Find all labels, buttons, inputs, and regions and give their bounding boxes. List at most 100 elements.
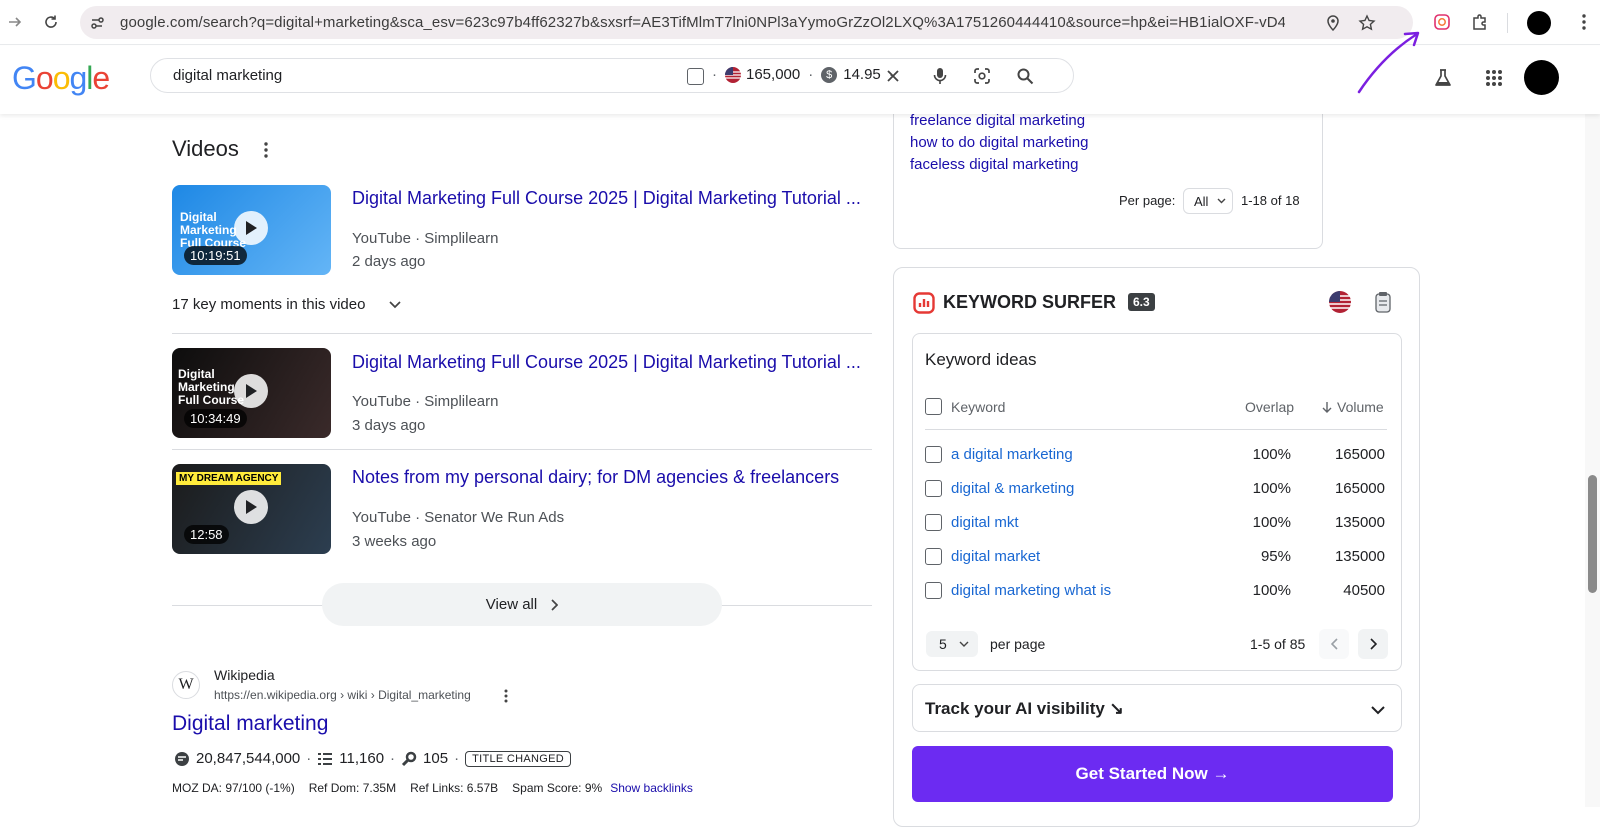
related-link[interactable]: freelance digital marketing bbox=[910, 112, 1085, 129]
url-text[interactable]: google.com/search?q=digital+marketing&sc… bbox=[120, 14, 1285, 31]
table-header-divider bbox=[925, 429, 1387, 430]
column-header-volume[interactable]: Volume bbox=[1322, 399, 1384, 415]
us-flag-icon[interactable] bbox=[1329, 291, 1351, 313]
search-icon[interactable] bbox=[1012, 63, 1038, 89]
result-title[interactable]: Digital marketing bbox=[172, 712, 328, 736]
video-source: YouTube · Senator We Run Ads bbox=[352, 509, 565, 526]
links-value: 105 bbox=[423, 750, 449, 767]
video-title[interactable]: Digital Marketing Full Course 2025 | Dig… bbox=[352, 352, 861, 373]
chevron-left-icon bbox=[1330, 638, 1338, 650]
annotation-arrow bbox=[1357, 31, 1420, 94]
play-icon bbox=[234, 490, 268, 524]
apps-grid-icon[interactable] bbox=[1481, 65, 1507, 91]
forward-icon[interactable] bbox=[2, 9, 28, 35]
row-checkbox[interactable] bbox=[925, 582, 942, 599]
get-started-label: Get Started Now → bbox=[1075, 764, 1230, 783]
video-thumbnail[interactable]: Digital Marketing Full Course 10:34:49 bbox=[172, 348, 331, 438]
keyword-row: a digital marketing 100% 165000 bbox=[925, 443, 1387, 467]
divider bbox=[172, 449, 872, 450]
more-options-icon[interactable] bbox=[493, 683, 519, 709]
videos-heading: Videos bbox=[172, 136, 239, 161]
keyword-ideas-card bbox=[912, 333, 1402, 671]
keyword-overlap: 100% bbox=[1252, 480, 1291, 497]
video-date: 2 days ago bbox=[352, 253, 426, 270]
view-all-button[interactable]: View all bbox=[322, 583, 722, 626]
extension-icon-instagram[interactable] bbox=[1429, 9, 1455, 35]
video-source: YouTube · Simplilearn bbox=[352, 393, 499, 410]
cpc-value: 14.95 bbox=[843, 66, 881, 83]
select-all-checkbox[interactable] bbox=[925, 398, 942, 415]
lens-search-icon[interactable] bbox=[969, 63, 995, 89]
related-range: 1-18 of 18 bbox=[1241, 193, 1300, 208]
keyword-volume: 40500 bbox=[1343, 582, 1385, 599]
clear-search-icon[interactable] bbox=[880, 63, 906, 89]
view-all-label: View all bbox=[485, 596, 538, 613]
column-header-keyword[interactable]: Keyword bbox=[951, 399, 1005, 415]
search-box[interactable]: digital marketing · 165,000 · $ 14.95 · bbox=[150, 58, 1074, 93]
video-duration: 10:19:51 bbox=[184, 246, 247, 265]
get-started-button[interactable]: Get Started Now → bbox=[912, 746, 1393, 802]
google-account-avatar[interactable] bbox=[1524, 60, 1559, 95]
chevron-down-icon bbox=[1217, 198, 1226, 204]
row-checkbox[interactable] bbox=[925, 446, 942, 463]
video-date: 3 weeks ago bbox=[352, 533, 437, 550]
show-backlinks-link[interactable]: Show backlinks bbox=[610, 781, 693, 795]
profile-avatar[interactable] bbox=[1527, 11, 1551, 35]
location-icon[interactable] bbox=[1320, 10, 1346, 36]
prev-page-button[interactable] bbox=[1319, 629, 1349, 659]
chevron-down-icon bbox=[1371, 706, 1385, 715]
chevron-down-icon bbox=[959, 641, 969, 647]
related-link[interactable]: faceless digital marketing bbox=[910, 156, 1078, 173]
keyword-link[interactable]: digital & marketing bbox=[951, 480, 1074, 497]
video-thumbnail[interactable]: Digital Marketing Full Course 10:19:51 bbox=[172, 185, 331, 275]
keyword-link[interactable]: a digital marketing bbox=[951, 446, 1073, 463]
row-checkbox[interactable] bbox=[925, 480, 942, 497]
result-url[interactable]: https://en.wikipedia.org › wiki › Digita… bbox=[214, 688, 471, 702]
scrollbar-thumb[interactable] bbox=[1588, 475, 1597, 593]
clipboard-icon[interactable] bbox=[1375, 291, 1391, 313]
search-volume: · 165,000 · $ 14.95 · bbox=[712, 66, 894, 83]
keyword-overlap: 100% bbox=[1252, 514, 1291, 531]
search-input[interactable]: digital marketing bbox=[173, 67, 282, 84]
next-page-button[interactable] bbox=[1358, 629, 1388, 659]
per-page-select[interactable]: All bbox=[1183, 188, 1233, 214]
moz-metrics: MOZ DA: 97/100 (-1%) Ref Dom: 7.35M Ref … bbox=[172, 781, 693, 795]
labs-flask-icon[interactable] bbox=[1430, 65, 1456, 91]
key-moments-toggle[interactable]: 17 key moments in this video bbox=[172, 296, 402, 313]
version-badge: 6.3 bbox=[1128, 293, 1155, 311]
google-logo[interactable]: Google bbox=[12, 60, 110, 97]
traffic-icon bbox=[175, 751, 189, 766]
extensions-puzzle-icon[interactable] bbox=[1467, 9, 1493, 35]
keyword-row: digital market 95% 135000 bbox=[925, 545, 1387, 569]
video-title[interactable]: Notes from my personal dairy; for DM age… bbox=[352, 467, 839, 488]
site-info-icon[interactable] bbox=[84, 10, 110, 36]
keyword-row: digital marketing what is 100% 40500 bbox=[925, 579, 1387, 603]
chevron-right-icon bbox=[551, 598, 559, 611]
video-thumbnail[interactable]: MY DREAM AGENCY 12:58 bbox=[172, 464, 331, 554]
reload-icon[interactable] bbox=[38, 9, 64, 35]
ref-links: Ref Links: 6.57B bbox=[410, 781, 499, 795]
row-checkbox[interactable] bbox=[925, 548, 942, 565]
video-title[interactable]: Digital Marketing Full Course 2025 | Dig… bbox=[352, 188, 861, 209]
keyword-link[interactable]: digital market bbox=[951, 548, 1040, 565]
row-checkbox[interactable] bbox=[925, 514, 942, 531]
more-options-icon[interactable] bbox=[253, 137, 279, 163]
per-page-label: per page bbox=[990, 636, 1046, 652]
keyword-overlap: 100% bbox=[1252, 446, 1291, 463]
per-page-value: All bbox=[1194, 194, 1209, 209]
address-bar[interactable]: google.com/search?q=digital+marketing&sc… bbox=[80, 6, 1413, 39]
page-scrollbar[interactable] bbox=[1585, 46, 1600, 807]
traffic-value: 20,847,544,000 bbox=[196, 750, 301, 767]
page-size-select[interactable]: 5 bbox=[926, 631, 978, 657]
related-link[interactable]: how to do digital marketing bbox=[910, 134, 1088, 151]
keyword-link[interactable]: digital mkt bbox=[951, 514, 1019, 531]
keyword-surfer-logo-icon bbox=[913, 292, 935, 314]
moz-da: MOZ DA: 97/100 (-1%) bbox=[172, 781, 295, 795]
per-page-label: Per page: bbox=[1119, 193, 1176, 208]
chrome-menu-icon[interactable] bbox=[1571, 9, 1597, 35]
us-flag-icon bbox=[725, 66, 741, 83]
voice-search-icon[interactable] bbox=[927, 63, 953, 89]
keyword-link[interactable]: digital marketing what is bbox=[951, 582, 1111, 599]
column-header-overlap[interactable]: Overlap bbox=[1245, 399, 1294, 415]
keyword-checkbox[interactable] bbox=[687, 68, 704, 85]
